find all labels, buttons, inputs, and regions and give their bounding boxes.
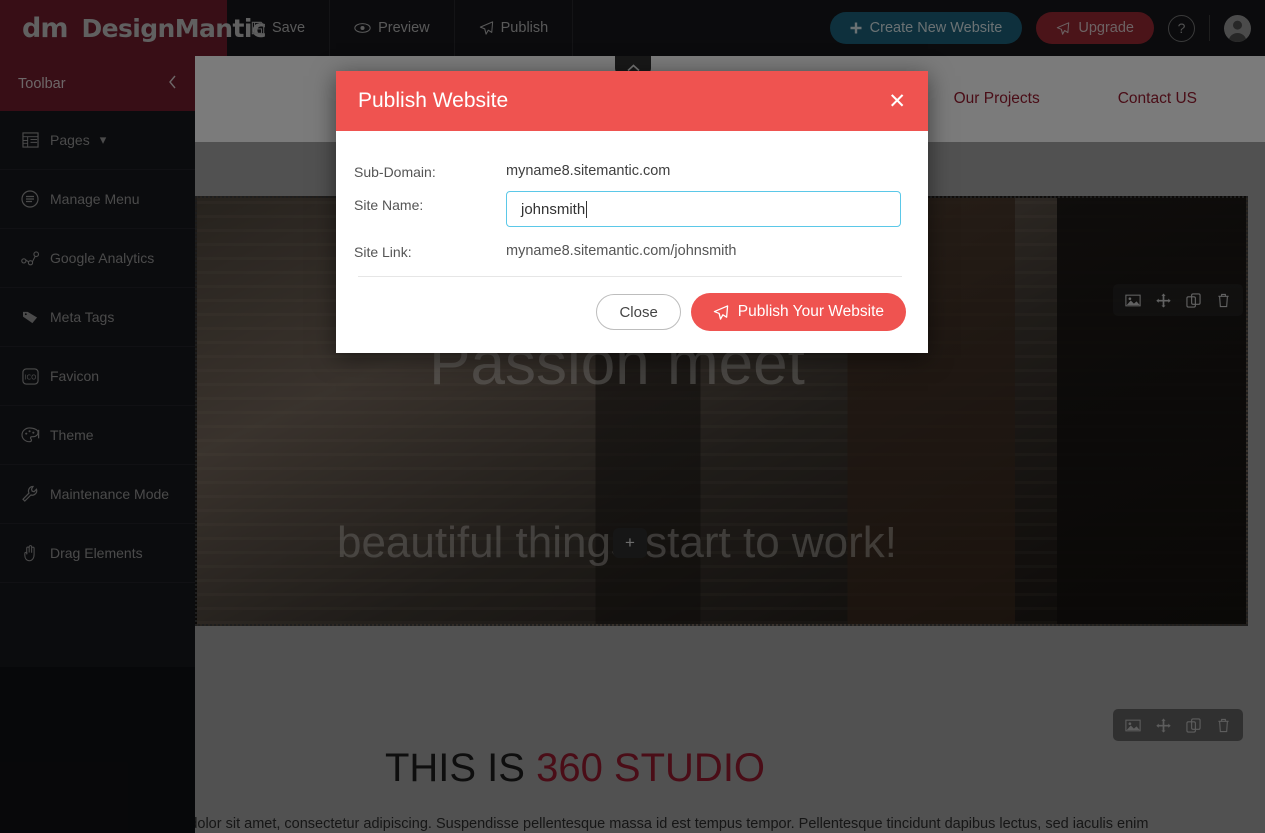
modal-header: Publish Website ✕ [336,71,928,131]
publish-your-website-button[interactable]: Publish Your Website [691,293,906,331]
subdomain-value: myname8.sitemantic.com [506,158,670,179]
site-name-value: johnsmith [521,201,585,218]
site-name-input[interactable]: johnsmith [506,191,901,227]
subdomain-label: Sub-Domain: [354,158,506,180]
paper-plane-icon [713,305,729,320]
field-row-sitename: Site Name: johnsmith [354,191,906,227]
field-row-sitelink: Site Link: myname8.sitemantic.com/johnsm… [354,238,906,260]
sitelink-label: Site Link: [354,238,506,260]
publish-your-website-label: Publish Your Website [738,303,884,321]
modal-title: Publish Website [358,89,508,113]
sitelink-value: myname8.sitemantic.com/johnsmith [506,238,736,259]
modal-body: Sub-Domain: myname8.sitemantic.com Site … [336,131,928,277]
field-row-subdomain: Sub-Domain: myname8.sitemantic.com [354,158,906,180]
modal-footer: Close Publish Your Website [336,277,928,353]
app-root: dm DesignMantic Save Preview Publish [0,0,1265,833]
text-caret [586,201,587,218]
close-button[interactable]: Close [596,294,680,330]
close-icon[interactable]: ✕ [888,91,906,112]
publish-website-modal: Publish Website ✕ Sub-Domain: myname8.si… [336,71,928,353]
sitename-label: Site Name: [354,191,506,213]
